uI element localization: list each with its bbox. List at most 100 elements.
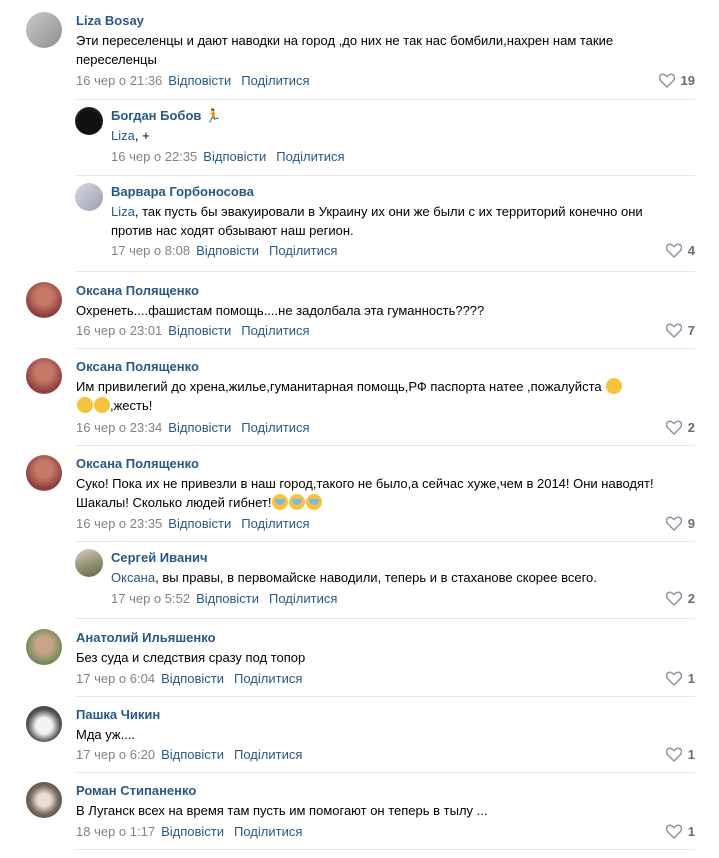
divider [76, 696, 695, 697]
reply-button[interactable]: Відповісти [168, 73, 231, 88]
comment-time[interactable]: 18 чер о 1:17 [76, 824, 155, 839]
reply-button[interactable]: Відповісти [161, 671, 224, 686]
like-button[interactable]: 7 [665, 323, 695, 339]
heart-icon [665, 671, 683, 687]
divider [76, 618, 695, 619]
comment-time[interactable]: 17 чер о 6:20 [76, 747, 155, 762]
share-button[interactable]: Поділитися [269, 243, 337, 258]
avatar[interactable] [26, 282, 62, 318]
like-button[interactable]: 1 [665, 671, 695, 687]
avatar[interactable] [26, 706, 62, 742]
like-count: 1 [687, 671, 695, 686]
divider [76, 348, 695, 349]
like-count: 2 [687, 591, 695, 606]
divider [76, 445, 695, 446]
share-button[interactable]: Поділитися [234, 824, 302, 839]
comment-time[interactable]: 16 чер о 23:35 [76, 516, 162, 531]
comment-author[interactable]: Оксана Полященко [76, 359, 199, 374]
divider [76, 99, 695, 100]
avatar[interactable] [75, 107, 103, 135]
reply-button[interactable]: Відповісти [161, 824, 224, 839]
like-button[interactable]: 2 [665, 591, 695, 607]
comment-text: В Луганск всех на время там пусть им пом… [76, 803, 488, 818]
comment-meta: 18 чер о 1:17 Відповісти Поділитися [76, 824, 302, 839]
like-button[interactable]: 1 [665, 747, 695, 763]
crying-face-icon [306, 494, 323, 510]
comment-author[interactable]: Пашка Чикин [76, 707, 160, 722]
divider [76, 175, 695, 176]
heart-icon [665, 243, 683, 259]
share-button[interactable]: Поділитися [269, 591, 337, 606]
heart-icon [658, 73, 675, 89]
comment-time[interactable]: 16 чер о 23:01 [76, 323, 162, 338]
comment-time[interactable]: 17 чер о 5:52 [111, 591, 190, 606]
comment-author[interactable]: Варвара Горбоносова [111, 184, 254, 199]
reply-mention[interactable]: Оксана [111, 570, 155, 585]
comment-time[interactable]: 16 чер о 21:36 [76, 73, 162, 88]
comment-text: Им привилегий до хрена,жилье,гуманитарна… [76, 377, 686, 415]
like-button[interactable]: 9 [665, 516, 695, 532]
avatar[interactable] [26, 629, 62, 665]
share-button[interactable]: Поділитися [234, 671, 302, 686]
comment-meta: 16 чер о 23:35 Відповісти Поділитися [76, 516, 310, 531]
reply-button[interactable]: Відповісти [168, 516, 231, 531]
share-button[interactable]: Поділитися [276, 149, 344, 164]
heart-icon [665, 323, 683, 339]
reply-mention[interactable]: Liza [111, 204, 135, 219]
divider [76, 849, 695, 850]
share-button[interactable]: Поділитися [234, 747, 302, 762]
like-button[interactable]: 1 [665, 824, 695, 840]
share-button[interactable]: Поділитися [241, 323, 309, 338]
reply-button[interactable]: Відповісти [203, 149, 266, 164]
comment-author[interactable]: Анатолий Ильяшенко [76, 630, 216, 645]
share-button[interactable]: Поділитися [241, 420, 309, 435]
like-count: 9 [687, 516, 695, 531]
reply-button[interactable]: Відповісти [196, 243, 259, 258]
comment-meta: 16 чер о 21:36 Відповісти Поділитися [76, 73, 310, 88]
crying-face-icon [272, 494, 289, 510]
comment-author[interactable]: Оксана Полященко [76, 456, 199, 471]
comment-text: Оксана, вы правы, в первомайске наводили… [111, 570, 597, 585]
comment-meta: 17 чер о 8:08 Відповісти Поділитися [111, 243, 337, 258]
reply-mention[interactable]: Liza [111, 128, 135, 143]
reply-button[interactable]: Відповісти [168, 420, 231, 435]
comment-author[interactable]: Сергей Иванич [111, 550, 208, 565]
avatar[interactable] [26, 782, 62, 818]
reply-button[interactable]: Відповісти [196, 591, 259, 606]
comment-author[interactable]: Liza Bosay [76, 13, 144, 28]
reply-button[interactable]: Відповісти [161, 747, 224, 762]
divider [76, 271, 695, 272]
avatar[interactable] [75, 549, 103, 577]
persevering-face-icon [94, 397, 110, 413]
avatar[interactable] [26, 358, 62, 394]
reply-button[interactable]: Відповісти [168, 323, 231, 338]
comment-time[interactable]: 17 чер о 8:08 [111, 243, 190, 258]
share-button[interactable]: Поділитися [241, 73, 309, 88]
like-button[interactable]: 2 [665, 420, 695, 436]
like-button[interactable]: 4 [665, 243, 695, 259]
comment-author[interactable]: Роман Стипаненко [76, 783, 196, 798]
like-count: 7 [687, 323, 695, 338]
divider [76, 772, 695, 773]
share-button[interactable]: Поділитися [241, 516, 309, 531]
comment-time[interactable]: 17 чер о 6:04 [76, 671, 155, 686]
persevering-face-icon [77, 397, 93, 413]
comment-time[interactable]: 16 чер о 23:34 [76, 420, 162, 435]
like-count: 19 [680, 73, 695, 88]
comment-meta: 16 чер о 23:34 Відповісти Поділитися [76, 420, 310, 435]
persevering-face-icon [606, 378, 623, 394]
like-count: 4 [687, 243, 695, 258]
heart-icon [665, 516, 683, 532]
avatar[interactable] [26, 455, 62, 491]
comment-text: Суко! Пока их не привезли в наш город,та… [76, 476, 654, 510]
comment-meta: 17 чер о 5:52 Відповісти Поділитися [111, 591, 337, 606]
comment-author[interactable]: Оксана Полященко [76, 283, 199, 298]
avatar[interactable] [75, 183, 103, 211]
comment-author[interactable]: Богдан Бобов 🏃 [111, 108, 221, 124]
like-button[interactable]: 19 [658, 73, 695, 89]
comment-text: Эти переселенцы и дают наводки на город … [76, 33, 614, 67]
comment-time[interactable]: 16 чер о 22:35 [111, 149, 197, 164]
heart-icon [665, 824, 683, 840]
comment-text: Без суда и следствия сразу под топор [76, 650, 306, 665]
avatar[interactable] [26, 12, 62, 48]
